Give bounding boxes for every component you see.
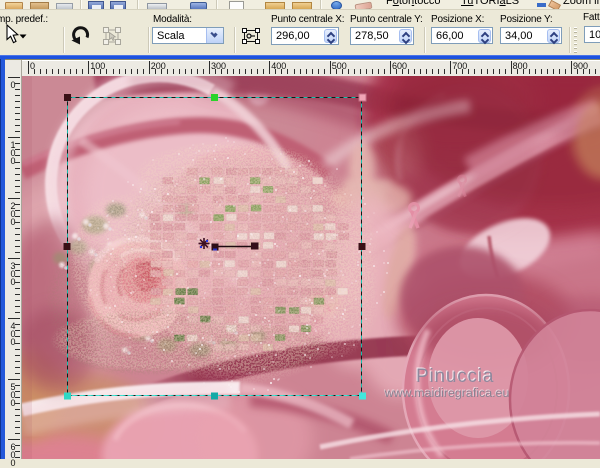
svg-text:Pinuccia: Pinuccia (416, 366, 494, 387)
svg-text:www.maidiregrafica.eu: www.maidiregrafica.eu (384, 386, 510, 400)
